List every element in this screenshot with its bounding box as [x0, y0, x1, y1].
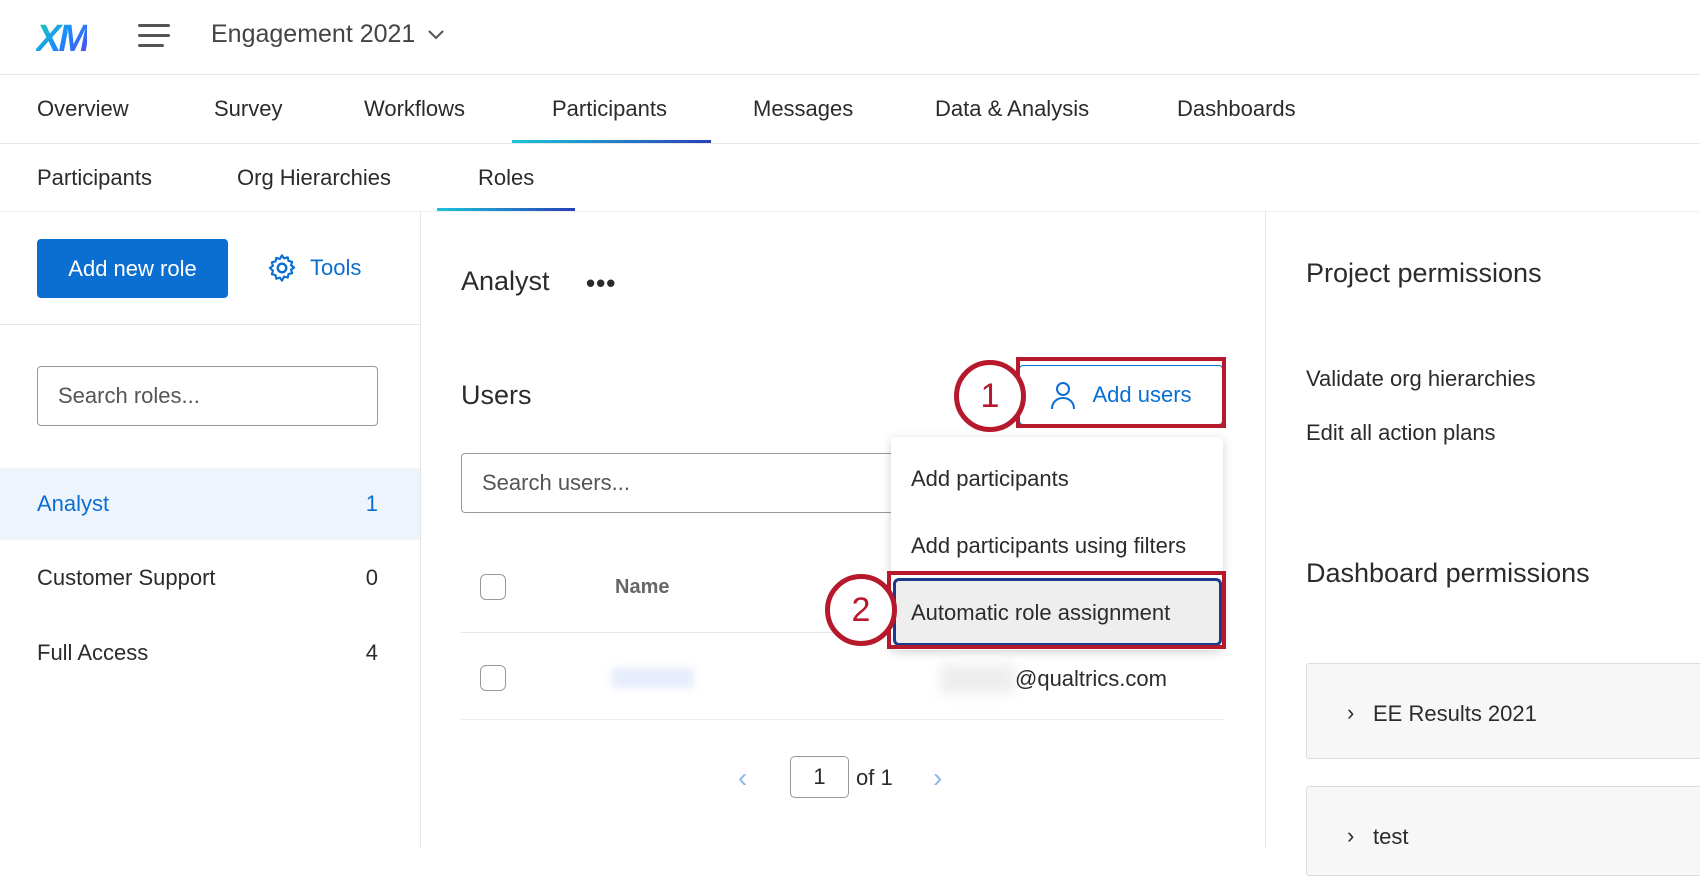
tab-survey[interactable]: Survey — [214, 96, 282, 122]
blurred-user-name — [612, 668, 694, 688]
dashboard-name: EE Results 2021 — [1373, 701, 1537, 727]
chevron-right-icon: › — [1347, 823, 1354, 849]
subtab-participants[interactable]: Participants — [37, 165, 152, 191]
tab-data-analysis[interactable]: Data & Analysis — [935, 96, 1089, 122]
project-permissions-heading: Project permissions — [1306, 258, 1542, 289]
role-name: Analyst — [37, 491, 109, 517]
next-page-icon[interactable]: › — [933, 762, 942, 794]
subtab-roles[interactable]: Roles — [478, 165, 534, 191]
tab-participants[interactable]: Participants — [552, 96, 667, 122]
gear-icon — [266, 252, 298, 284]
annotation-box-2 — [887, 571, 1226, 649]
chevron-right-icon: › — [1347, 700, 1354, 726]
search-users-input[interactable]: Search users... — [461, 453, 901, 513]
role-count: 0 — [366, 565, 378, 591]
role-name: Full Access — [37, 640, 148, 666]
role-name: Customer Support — [37, 565, 216, 591]
role-item-analyst[interactable]: Analyst 1 — [0, 468, 420, 540]
page-total: of 1 — [856, 765, 893, 791]
project-title: Engagement 2021 — [211, 20, 415, 49]
role-count: 1 — [366, 491, 378, 517]
search-roles-input[interactable]: Search roles... — [37, 366, 378, 426]
permission-item: Validate org hierarchies — [1306, 366, 1536, 392]
dashboard-panel-test[interactable]: › test — [1306, 786, 1700, 876]
subtab-org-hierarchies[interactable]: Org Hierarchies — [237, 165, 391, 191]
dashboard-permissions-heading: Dashboard permissions — [1306, 558, 1590, 589]
project-selector[interactable]: Engagement 2021 — [211, 20, 445, 49]
tab-overview[interactable]: Overview — [37, 96, 129, 122]
tab-workflows[interactable]: Workflows — [364, 96, 465, 122]
annotation-step-2: 2 — [825, 574, 897, 646]
dashboard-panel-ee-results[interactable]: › EE Results 2021 — [1306, 663, 1700, 759]
users-heading: Users — [461, 380, 532, 411]
name-column-header: Name — [615, 576, 669, 599]
xm-logo[interactable]: XM — [36, 18, 87, 61]
role-count: 4 — [366, 640, 378, 666]
annotation-box-1 — [1016, 357, 1226, 428]
page-number-input[interactable]: 1 — [790, 756, 849, 798]
add-new-role-button[interactable]: Add new role — [37, 239, 228, 298]
more-options-icon[interactable]: ••• — [586, 268, 616, 299]
active-tab-indicator — [512, 140, 711, 143]
tools-button[interactable]: Tools — [266, 252, 361, 284]
chevron-down-icon — [427, 29, 445, 41]
role-item-customer-support[interactable]: Customer Support 0 — [0, 542, 420, 614]
role-item-full-access[interactable]: Full Access 4 — [0, 617, 420, 689]
hamburger-menu-icon[interactable] — [138, 24, 170, 48]
select-all-checkbox[interactable] — [480, 574, 506, 600]
permission-item: Edit all action plans — [1306, 420, 1496, 446]
annotation-step-1: 1 — [954, 360, 1026, 432]
row-checkbox[interactable] — [480, 665, 506, 691]
menu-item-add-participants[interactable]: Add participants — [911, 466, 1069, 492]
dashboard-name: test — [1373, 824, 1408, 850]
user-email: @qualtrics.com — [1015, 666, 1167, 692]
previous-page-icon[interactable]: ‹ — [738, 762, 747, 794]
tools-label: Tools — [310, 255, 361, 281]
menu-item-add-participants-filters[interactable]: Add participants using filters — [911, 533, 1186, 559]
role-title: Analyst — [461, 266, 550, 297]
tab-dashboards[interactable]: Dashboards — [1177, 96, 1296, 122]
blurred-email-prefix — [940, 664, 1015, 694]
tab-messages[interactable]: Messages — [753, 96, 853, 122]
